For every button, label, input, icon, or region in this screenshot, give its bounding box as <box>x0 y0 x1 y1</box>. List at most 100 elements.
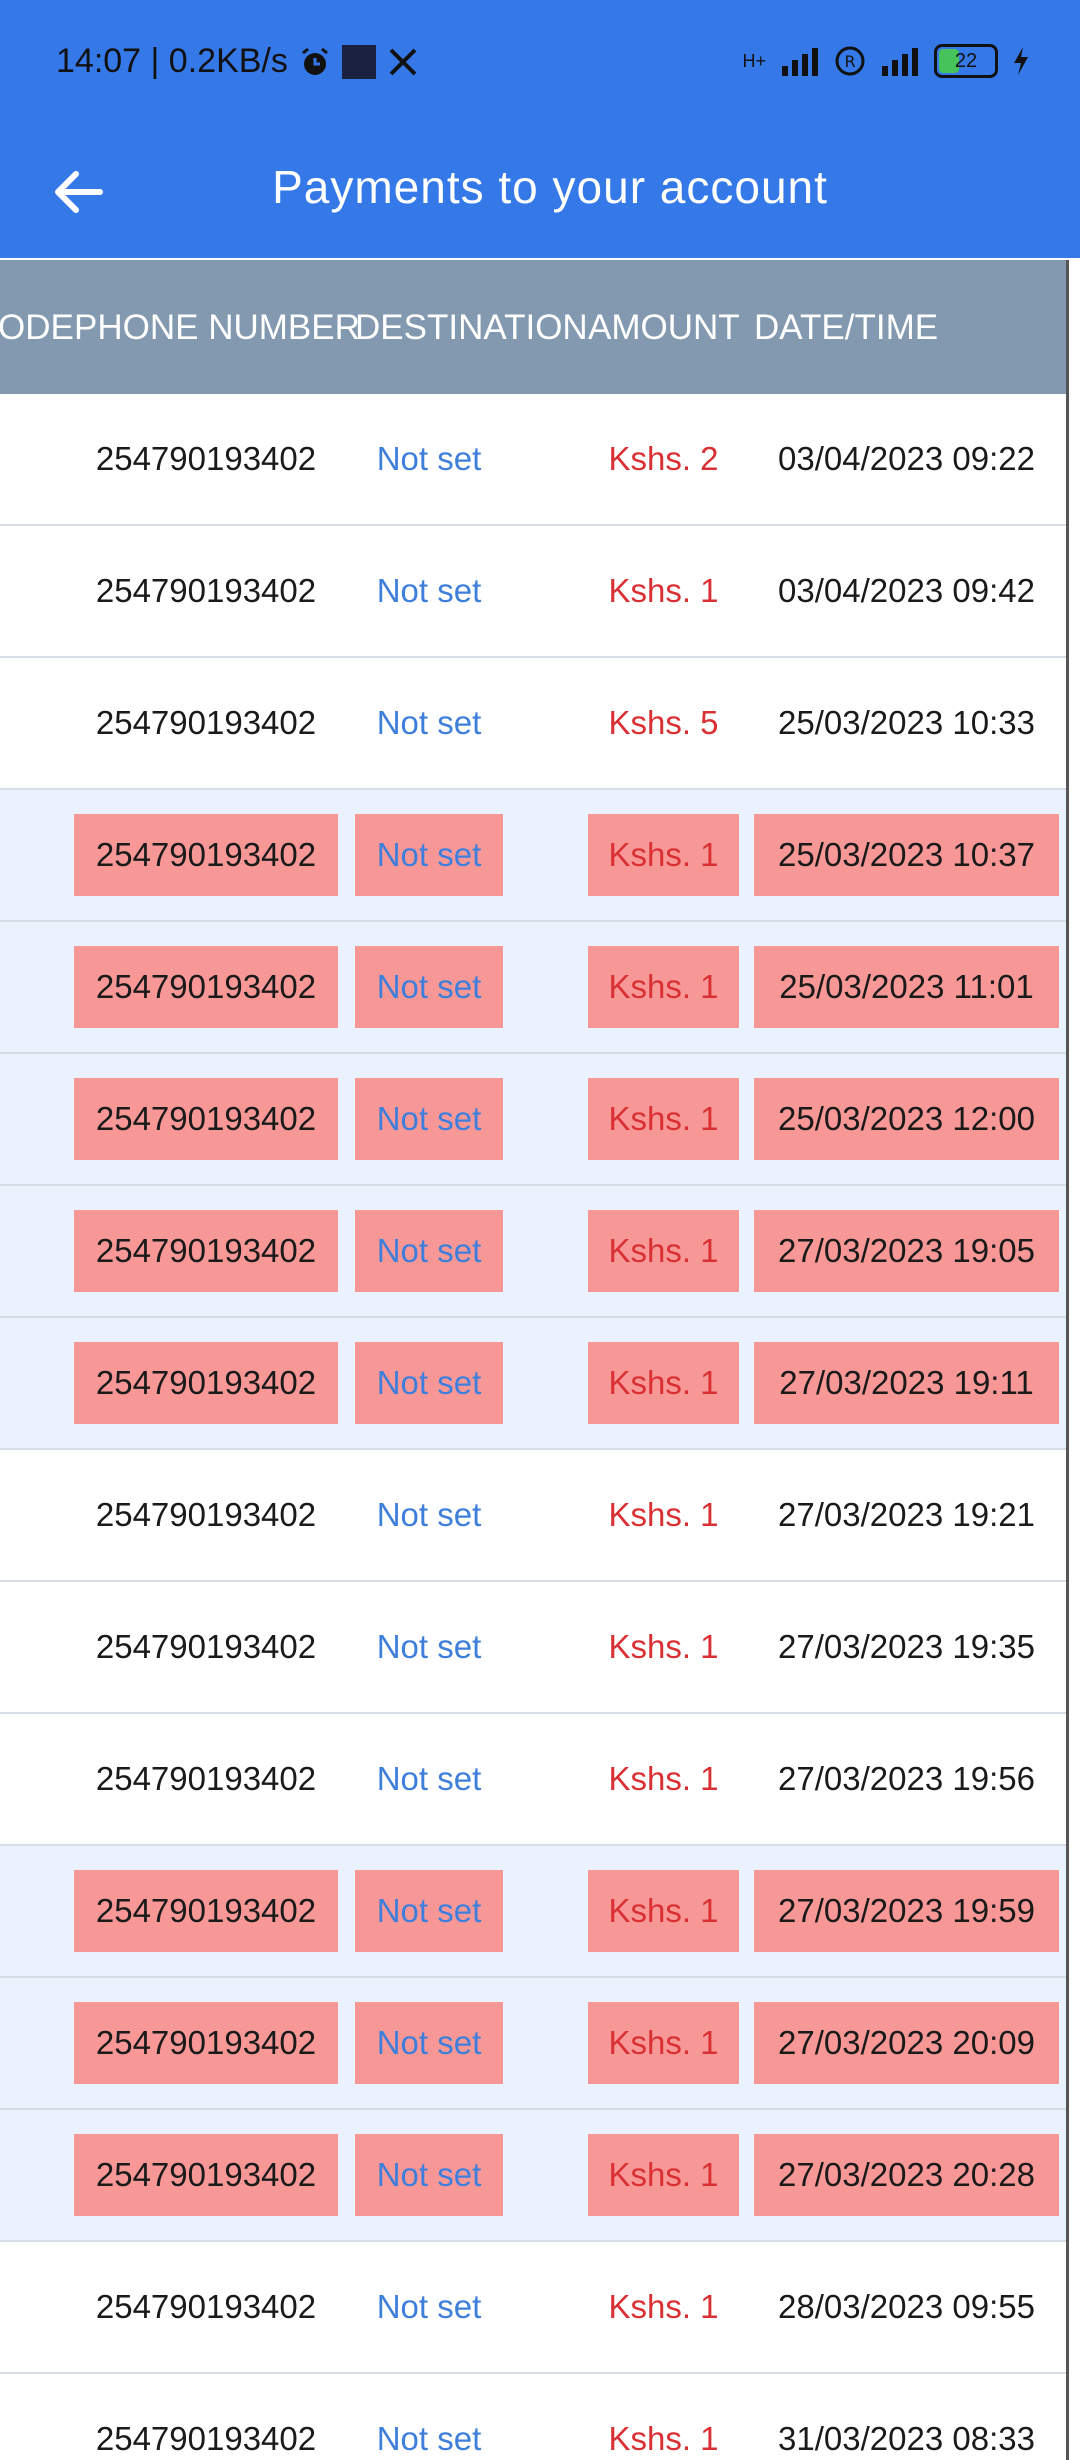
table-row[interactable]: 254790193402 Not set Kshs. 1 27/03/2023 20:… <box>0 2110 1066 2242</box>
amount-cell: Kshs. 1 <box>608 572 719 609</box>
amount-cell: Kshs. 1 <box>588 814 739 896</box>
datetime-cell: 27/03/2023 19:11 <box>754 1342 1059 1424</box>
table-row[interactable]: 254790193402 Not set Kshs. 1 25/03/2023 10:… <box>0 790 1066 922</box>
battery-icon: 22 <box>934 44 998 78</box>
status-bar: 14:07 | 0.2KB/s H+ R 22 <box>0 0 1080 130</box>
registered-icon: R <box>835 46 865 76</box>
datetime-cell: 25/03/2023 11:01 <box>754 946 1059 1028</box>
battery-level: 22 <box>954 50 978 72</box>
destination-cell: Not set <box>355 1078 503 1160</box>
app-bar: Payments to your account <box>0 130 1080 258</box>
destination-cell: Not set <box>376 1496 482 1533</box>
datetime-cell: 03/04/2023 09:42 <box>778 572 1035 609</box>
table-row[interactable]: 254790193402 Not set Kshs. 1 27/03/2023 19:… <box>0 1714 1066 1846</box>
datetime-cell: 27/03/2023 20:09 <box>754 2002 1059 2084</box>
phone-cell: 254790193402 <box>74 814 338 896</box>
destination-cell: Not set <box>376 440 482 477</box>
amount-cell: Kshs. 1 <box>588 1870 739 1952</box>
datetime-cell: 27/03/2023 19:21 <box>778 1496 1035 1533</box>
destination-cell: Not set <box>376 2420 482 2457</box>
app-square-icon <box>341 44 376 79</box>
svg-text:R: R <box>844 52 855 71</box>
phone-cell: 254790193402 <box>74 1342 338 1424</box>
charging-icon <box>1014 47 1028 75</box>
status-time-speed: 14:07 | 0.2KB/s <box>56 42 288 80</box>
table-row[interactable]: 254790193402 Not set Kshs. 1 27/03/2023 19:… <box>0 1186 1066 1318</box>
destination-cell: Not set <box>355 1870 503 1952</box>
amount-cell: Kshs. 1 <box>608 1760 719 1797</box>
signal-icon <box>882 48 918 76</box>
amount-cell: Kshs. 1 <box>608 2420 719 2457</box>
phone-cell: 254790193402 <box>95 572 317 609</box>
table-row[interactable]: 254790193402 Not set Kshs. 5 25/03/2023 10:… <box>0 658 1066 790</box>
datetime-cell: 27/03/2023 20:28 <box>754 2134 1059 2216</box>
phone-cell: 254790193402 <box>95 2420 317 2457</box>
table-row[interactable]: 254790193402 Not set Kshs. 1 28/03/2023 09:… <box>0 2242 1066 2374</box>
amount-cell: Kshs. 1 <box>588 2134 739 2216</box>
amount-cell: Kshs. 1 <box>588 1210 739 1292</box>
table-row[interactable]: 254790193402 Not set Kshs. 1 27/03/2023 20:… <box>0 1978 1066 2110</box>
amount-cell: Kshs. 2 <box>608 440 719 477</box>
datetime-cell: 25/03/2023 10:33 <box>778 704 1035 741</box>
datetime-cell: 25/03/2023 12:00 <box>754 1078 1059 1160</box>
table-header: ODE PHONE NUMBER DESTINATION AMOUNT DATE… <box>0 260 1066 394</box>
table-row[interactable]: 254790193402 Not set Kshs. 1 31/03/2023 08:… <box>0 2374 1066 2460</box>
table-row[interactable]: 254790193402 Not set Kshs. 1 27/03/2023 19:… <box>0 1846 1066 1978</box>
header-code: ODE <box>0 308 74 347</box>
table-row[interactable]: 254790193402 Not set Kshs. 1 03/04/2023 09:… <box>0 526 1066 658</box>
destination-cell: Not set <box>355 814 503 896</box>
datetime-cell: 27/03/2023 19:59 <box>754 1870 1059 1952</box>
amount-cell: Kshs. 1 <box>588 946 739 1028</box>
network-type: H+ <box>742 50 766 71</box>
payments-table[interactable]: ODE PHONE NUMBER DESTINATION AMOUNT DATE… <box>0 260 1069 2460</box>
header-phone: PHONE NUMBER <box>74 308 360 347</box>
x-logo-icon <box>389 48 417 75</box>
phone-cell: 254790193402 <box>95 1760 317 1797</box>
datetime-cell: 28/03/2023 09:55 <box>778 2288 1035 2325</box>
destination-cell: Not set <box>355 1342 503 1424</box>
table-row[interactable]: 254790193402 Not set Kshs. 1 25/03/2023 12:… <box>0 1054 1066 1186</box>
destination-cell: Not set <box>376 572 482 609</box>
table-row[interactable]: 254790193402 Not set Kshs. 1 27/03/2023 19:… <box>0 1318 1066 1450</box>
datetime-cell: 27/03/2023 19:35 <box>778 1628 1035 1665</box>
datetime-cell: 27/03/2023 19:05 <box>754 1210 1059 1292</box>
table-row[interactable]: 254790193402 Not set Kshs. 1 25/03/2023 11:… <box>0 922 1066 1054</box>
phone-cell: 254790193402 <box>95 704 317 741</box>
amount-cell: Kshs. 1 <box>588 2002 739 2084</box>
alarm-icon <box>301 47 328 75</box>
phone-cell: 254790193402 <box>74 1870 338 1952</box>
datetime-cell: 25/03/2023 10:37 <box>754 814 1059 896</box>
top-bar: 14:07 | 0.2KB/s H+ R 22 Payments to your… <box>0 0 1080 258</box>
table-row[interactable]: 254790193402 Not set Kshs. 2 03/04/2023 09:… <box>0 394 1066 526</box>
phone-cell: 254790193402 <box>95 440 317 477</box>
destination-cell: Not set <box>376 1760 482 1797</box>
status-right: H+ R 22 <box>742 44 1030 78</box>
destination-cell: Not set <box>355 1210 503 1292</box>
table-row[interactable]: 254790193402 Not set Kshs. 1 27/03/2023 19:… <box>0 1450 1066 1582</box>
phone-cell: 254790193402 <box>95 2288 317 2325</box>
datetime-cell: 27/03/2023 19:56 <box>778 1760 1035 1797</box>
status-left: 14:07 | 0.2KB/s <box>56 42 418 81</box>
amount-cell: Kshs. 1 <box>588 1078 739 1160</box>
page-title: Payments to your account <box>272 161 828 213</box>
amount-cell: Kshs. 1 <box>608 2288 719 2325</box>
phone-cell: 254790193402 <box>74 1078 338 1160</box>
phone-cell: 254790193402 <box>95 1496 317 1533</box>
phone-cell: 254790193402 <box>95 1628 317 1665</box>
header-destination: DESTINATION <box>355 308 588 347</box>
header-datetime: DATE/TIME <box>754 308 939 347</box>
destination-cell: Not set <box>355 2002 503 2084</box>
phone-cell: 254790193402 <box>74 2134 338 2216</box>
amount-cell: Kshs. 5 <box>608 704 719 741</box>
destination-cell: Not set <box>355 946 503 1028</box>
destination-cell: Not set <box>376 1628 482 1665</box>
datetime-cell: 31/03/2023 08:33 <box>778 2420 1035 2457</box>
amount-cell: Kshs. 1 <box>608 1628 719 1665</box>
amount-cell: Kshs. 1 <box>608 1496 719 1533</box>
signal-icon <box>782 48 818 76</box>
table-row[interactable]: 254790193402 Not set Kshs. 1 27/03/2023 19:… <box>0 1582 1066 1714</box>
header-amount: AMOUNT <box>588 308 740 347</box>
destination-cell: Not set <box>376 704 482 741</box>
destination-cell: Not set <box>376 2288 482 2325</box>
phone-cell: 254790193402 <box>74 2002 338 2084</box>
